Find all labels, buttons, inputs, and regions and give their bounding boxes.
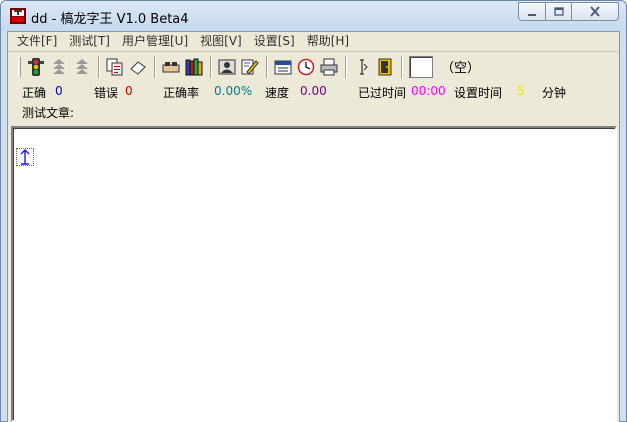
elapsed-label: 已过时间: [358, 86, 407, 100]
stop-button[interactable]: [71, 56, 93, 78]
window-title: dd - 槁龙字王 V1.0 Beta4: [31, 12, 189, 27]
clock-icon: [297, 58, 315, 75]
correct-value: 0: [55, 84, 63, 98]
handshake-icon: [162, 61, 180, 72]
minimize-button[interactable]: [518, 2, 546, 21]
set-time-label: 设置时间: [454, 86, 503, 100]
eraser-icon: [130, 60, 146, 75]
printer-icon: [320, 58, 338, 75]
menu-help[interactable]: 帮助[H]: [301, 32, 355, 51]
article-label: 测试文章:: [22, 106, 75, 120]
library-button[interactable]: [183, 56, 205, 78]
pause-button[interactable]: [48, 56, 70, 78]
exit-button[interactable]: [374, 56, 396, 78]
toolbar-grip[interactable]: [18, 56, 21, 77]
edit-pencil-icon: [241, 59, 259, 75]
menu-bar: 文件[F] 测试[T] 用户管理[U] 视图[V] 设置[S] 帮助[H]: [8, 32, 619, 51]
toolbar: （空）: [10, 53, 619, 80]
elapsed-value: 00:00: [411, 84, 446, 98]
speed-value: 0.00: [300, 84, 327, 98]
text-cursor: [16, 148, 34, 166]
toolbar-separator: [98, 55, 100, 78]
traffic-light-icon: [28, 57, 44, 76]
toolbar-separator: [345, 55, 347, 78]
close-button[interactable]: [571, 2, 619, 21]
stop-arrows-icon: [53, 58, 65, 74]
exit-door-icon: [378, 58, 392, 75]
menu-view[interactable]: 视图[V]: [194, 32, 248, 51]
title-bar[interactable]: dd - 槁龙字王 V1.0 Beta4: [1, 1, 626, 31]
toolbar-separator: [154, 55, 156, 78]
maximize-icon: [553, 6, 564, 16]
toolbar-separator: [266, 55, 268, 78]
app-window: dd - 槁龙字王 V1.0 Beta4 文件[F] 测试[T] 用户管理[U]…: [0, 0, 627, 422]
user-login-button[interactable]: [160, 56, 182, 78]
color-picker-box[interactable]: [409, 55, 433, 78]
typing-area[interactable]: [11, 126, 617, 422]
set-time-value: 5: [517, 84, 525, 98]
minimize-icon: [528, 13, 536, 16]
stop-arrows-icon: [76, 58, 88, 74]
menu-settings[interactable]: 设置[S]: [248, 32, 301, 51]
start-test-button[interactable]: [25, 56, 47, 78]
rate-value: 0.00%: [214, 84, 253, 98]
books-icon: [185, 58, 203, 75]
close-icon: [590, 6, 600, 17]
calendar-icon: [274, 60, 292, 74]
up-arrow-icon: [20, 149, 30, 165]
menu-file[interactable]: 文件[F]: [11, 32, 63, 51]
user-info-button[interactable]: [216, 56, 238, 78]
status-row: 正确 0 错误 0 正确率 0.00% 速度 0.00 已过时间 00:00 设…: [8, 82, 619, 100]
error-value: 0: [125, 84, 133, 98]
empty-label: （空）: [441, 61, 481, 76]
toolbar-separator: [401, 55, 403, 78]
menu-test[interactable]: 测试[T]: [63, 32, 116, 51]
user-card-icon: [218, 59, 236, 74]
maximize-button[interactable]: [545, 2, 572, 21]
error-label: 错误: [94, 86, 119, 100]
client-area: 文件[F] 测试[T] 用户管理[U] 视图[V] 设置[S] 帮助[H] （空…: [7, 31, 620, 422]
correct-label: 正确: [22, 86, 47, 100]
cursor-button[interactable]: [351, 56, 373, 78]
edit-article-button[interactable]: [239, 56, 261, 78]
print-button[interactable]: [318, 56, 340, 78]
minute-label: 分钟: [542, 86, 567, 100]
copy-doc-icon: [106, 58, 123, 75]
cursor-beam-icon: [360, 58, 368, 75]
menu-user-management[interactable]: 用户管理[U]: [116, 32, 194, 51]
rate-label: 正确率: [163, 86, 200, 100]
menu-divider: [8, 51, 619, 52]
speed-label: 速度: [265, 86, 290, 100]
clear-button[interactable]: [127, 56, 149, 78]
timer-button[interactable]: [295, 56, 317, 78]
record-button[interactable]: [272, 56, 294, 78]
app-icon: [10, 8, 26, 24]
toolbar-separator: [210, 55, 212, 78]
copy-article-button[interactable]: [104, 56, 126, 78]
